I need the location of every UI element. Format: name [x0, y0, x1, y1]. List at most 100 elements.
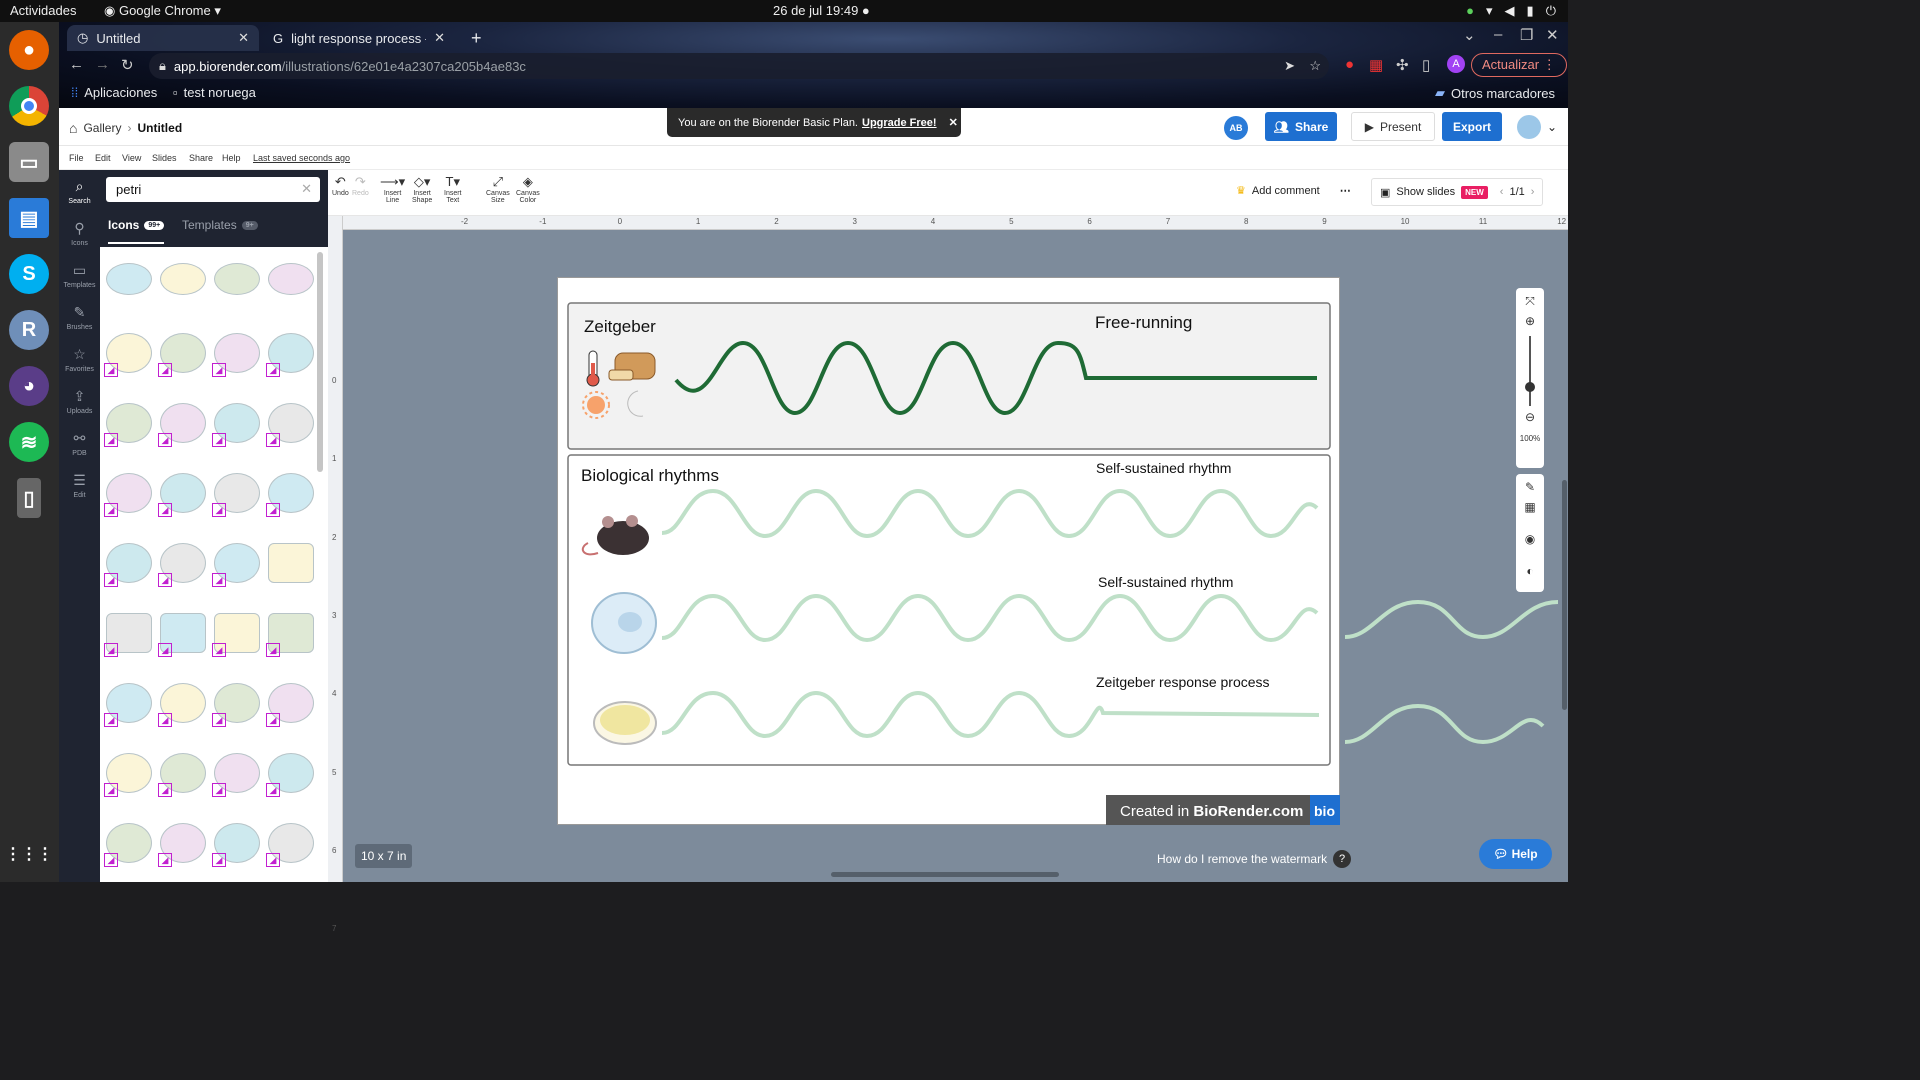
petri-dish-result-icon[interactable]: ◢	[212, 677, 262, 727]
petri-dish-result-icon[interactable]: ◢	[104, 817, 154, 867]
canvas-size-badge[interactable]: 10 x 7 in	[355, 844, 413, 868]
zoom-slider-handle[interactable]	[1525, 382, 1535, 392]
canvas-h-scrollbar[interactable]	[831, 872, 1059, 877]
clock[interactable]: 26 de jul 19:49 ●	[773, 3, 870, 18]
skype-icon[interactable]: S	[9, 254, 49, 294]
petri-dish-result-icon[interactable]: ◢	[158, 397, 208, 447]
petri-dish-result-icon[interactable]	[158, 257, 208, 307]
rail-edit[interactable]: ☰ Edit	[59, 472, 100, 499]
petri-dish-result-icon[interactable]: ◢	[104, 467, 154, 517]
menu-edit[interactable]: Edit	[95, 153, 111, 163]
present-button[interactable]: ▶ Present	[1351, 112, 1435, 141]
writer-icon[interactable]: ▤	[9, 198, 49, 238]
petri-dish-result-icon[interactable]: ◢	[104, 607, 154, 657]
petri-dish-result-icon[interactable]: ◢	[158, 747, 208, 797]
petri-dish-result-icon[interactable]: ◢	[212, 467, 262, 517]
bookmark-test-noruega[interactable]: ▫ test noruega	[173, 85, 256, 100]
ruler-icon[interactable]: ✎	[1516, 480, 1544, 494]
r-icon[interactable]: R	[9, 310, 49, 350]
petri-dish-result-icon[interactable]: ◢	[158, 677, 208, 727]
extension-icon-1[interactable]: ●	[1345, 56, 1354, 73]
clear-search-icon[interactable]: ✕	[301, 181, 312, 197]
rail-uploads[interactable]: ⇪ Uploads	[59, 388, 100, 415]
prev-slide-icon[interactable]: ‹	[1500, 186, 1504, 198]
petri-dish-result-icon[interactable]: ◢	[266, 467, 316, 517]
sidebar-icon[interactable]: ▯	[1422, 56, 1430, 74]
petri-dish-result-icon[interactable]	[104, 257, 154, 307]
activities-button[interactable]: Actividades	[10, 3, 76, 18]
petri-dish-result-icon[interactable]: ◢	[266, 817, 316, 867]
tab-untitled[interactable]: ◷ Untitled ✕	[67, 25, 259, 51]
github-icon[interactable]: ◕	[9, 366, 49, 406]
show-apps-icon[interactable]: ⋮⋮⋮	[5, 834, 53, 874]
reload-icon[interactable]: ↻	[121, 56, 134, 74]
menu-slides[interactable]: Slides	[152, 153, 177, 163]
petri-dish-result-icon[interactable]: ◢	[104, 747, 154, 797]
files-icon[interactable]: ▭	[9, 142, 49, 182]
panel-scrollbar[interactable]	[317, 252, 323, 472]
rail-favorites[interactable]: ☆ Favorites	[59, 346, 100, 373]
rail-pdb[interactable]: ⚯ PDB	[59, 430, 100, 457]
zoom-slider[interactable]	[1529, 336, 1531, 406]
redo-button[interactable]: ↷ Redo	[352, 174, 369, 197]
user-menu[interactable]: ⌄	[1514, 112, 1560, 141]
rail-brushes[interactable]: ✎ Brushes	[59, 304, 100, 331]
minimize-icon[interactable]: –	[1494, 26, 1502, 43]
menu-file[interactable]: File	[69, 153, 84, 163]
close-window-icon[interactable]: ✕	[1546, 26, 1559, 44]
close-tab-icon[interactable]: ✕	[434, 30, 445, 46]
show-slides-button[interactable]: ▣ Show slides NEW ‹ 1/1 ›	[1371, 178, 1544, 206]
petri-dish-result-icon[interactable]: ◢	[104, 677, 154, 727]
tab-icons[interactable]: Icons 99+	[108, 218, 165, 244]
petri-dish-result-icon[interactable]: ◢	[266, 607, 316, 657]
petri-dish-result-icon[interactable]: ◢	[104, 537, 154, 587]
upgrade-link[interactable]: Upgrade Free!	[862, 117, 937, 129]
petri-dish-result-icon[interactable]: ◢	[158, 537, 208, 587]
grid-icon[interactable]: ▦	[1516, 500, 1544, 514]
petri-dish-result-icon[interactable]: ◢	[158, 327, 208, 377]
remove-watermark-link[interactable]: How do I remove the watermark ?	[1157, 850, 1352, 868]
rail-search[interactable]: ⌕ Search	[59, 178, 100, 205]
profile-avatar[interactable]: A	[1447, 55, 1465, 73]
document-title[interactable]: Untitled	[137, 121, 182, 135]
home-icon[interactable]: ⌂	[69, 120, 77, 136]
undo-button[interactable]: ↶ Undo	[332, 174, 349, 197]
puzzle-icon[interactable]: ✣	[1396, 56, 1409, 74]
contrast-icon[interactable]: ◐	[1516, 564, 1544, 578]
petri-dish-result-icon[interactable]: ◢	[158, 607, 208, 657]
eye-icon[interactable]: ◉	[1516, 532, 1544, 546]
share-button[interactable]: 👥︎ Share	[1265, 112, 1337, 141]
rail-icons[interactable]: ⚲ Icons	[59, 220, 100, 247]
canvas-area[interactable]: Zeitgeber Free-running Biological rhythm…	[343, 230, 1568, 882]
tab-light-response[interactable]: G light response process - B ✕	[263, 25, 455, 51]
app-menu[interactable]: ◉ Google Chrome ▾	[104, 3, 221, 19]
export-button[interactable]: Export	[1442, 112, 1502, 141]
chrome-icon[interactable]	[9, 86, 49, 126]
petri-dish-result-icon[interactable]	[212, 257, 262, 307]
petri-dish-result-icon[interactable]: ◢	[104, 327, 154, 377]
maximize-icon[interactable]: ❐	[1520, 26, 1533, 44]
back-icon[interactable]: ←	[69, 56, 84, 73]
other-bookmarks[interactable]: ▰ Otros marcadores	[1435, 85, 1555, 101]
bookmark-apps[interactable]: ⁞⁞ Aplicaciones	[71, 85, 157, 100]
help-button[interactable]: 💬︎ Help	[1479, 839, 1552, 869]
petri-dish-result-icon[interactable]	[266, 537, 316, 587]
forward-icon[interactable]: →	[95, 56, 110, 73]
canvas-size-button[interactable]: ⤢ Canvas Size	[486, 174, 510, 204]
petri-dish-result-icon[interactable]: ◢	[266, 397, 316, 447]
petri-dish-result-icon[interactable]: ◢	[212, 327, 262, 377]
insert-text-button[interactable]: T▾ Insert Text	[444, 174, 462, 204]
petri-dish-result-icon[interactable]: ◢	[266, 327, 316, 377]
gallery-link[interactable]: Gallery	[83, 121, 121, 135]
canvas-color-button[interactable]: ◈ Canvas Color	[516, 174, 540, 204]
menu-share[interactable]: Share	[189, 153, 213, 163]
insert-line-button[interactable]: ⟶▾ Insert Line	[380, 174, 405, 204]
petri-dish-result-icon[interactable]: ◢	[158, 467, 208, 517]
petri-dish-result-icon[interactable]: ◢	[266, 677, 316, 727]
send-icon[interactable]: ➤	[1284, 58, 1295, 74]
tab-templates[interactable]: Templates 9+	[182, 218, 258, 232]
search-input[interactable]: petri ✕	[106, 177, 320, 202]
petri-dish-result-icon[interactable]	[266, 257, 316, 307]
zoom-in-icon[interactable]: ⊕	[1516, 314, 1544, 328]
menu-help[interactable]: Help	[222, 153, 241, 163]
